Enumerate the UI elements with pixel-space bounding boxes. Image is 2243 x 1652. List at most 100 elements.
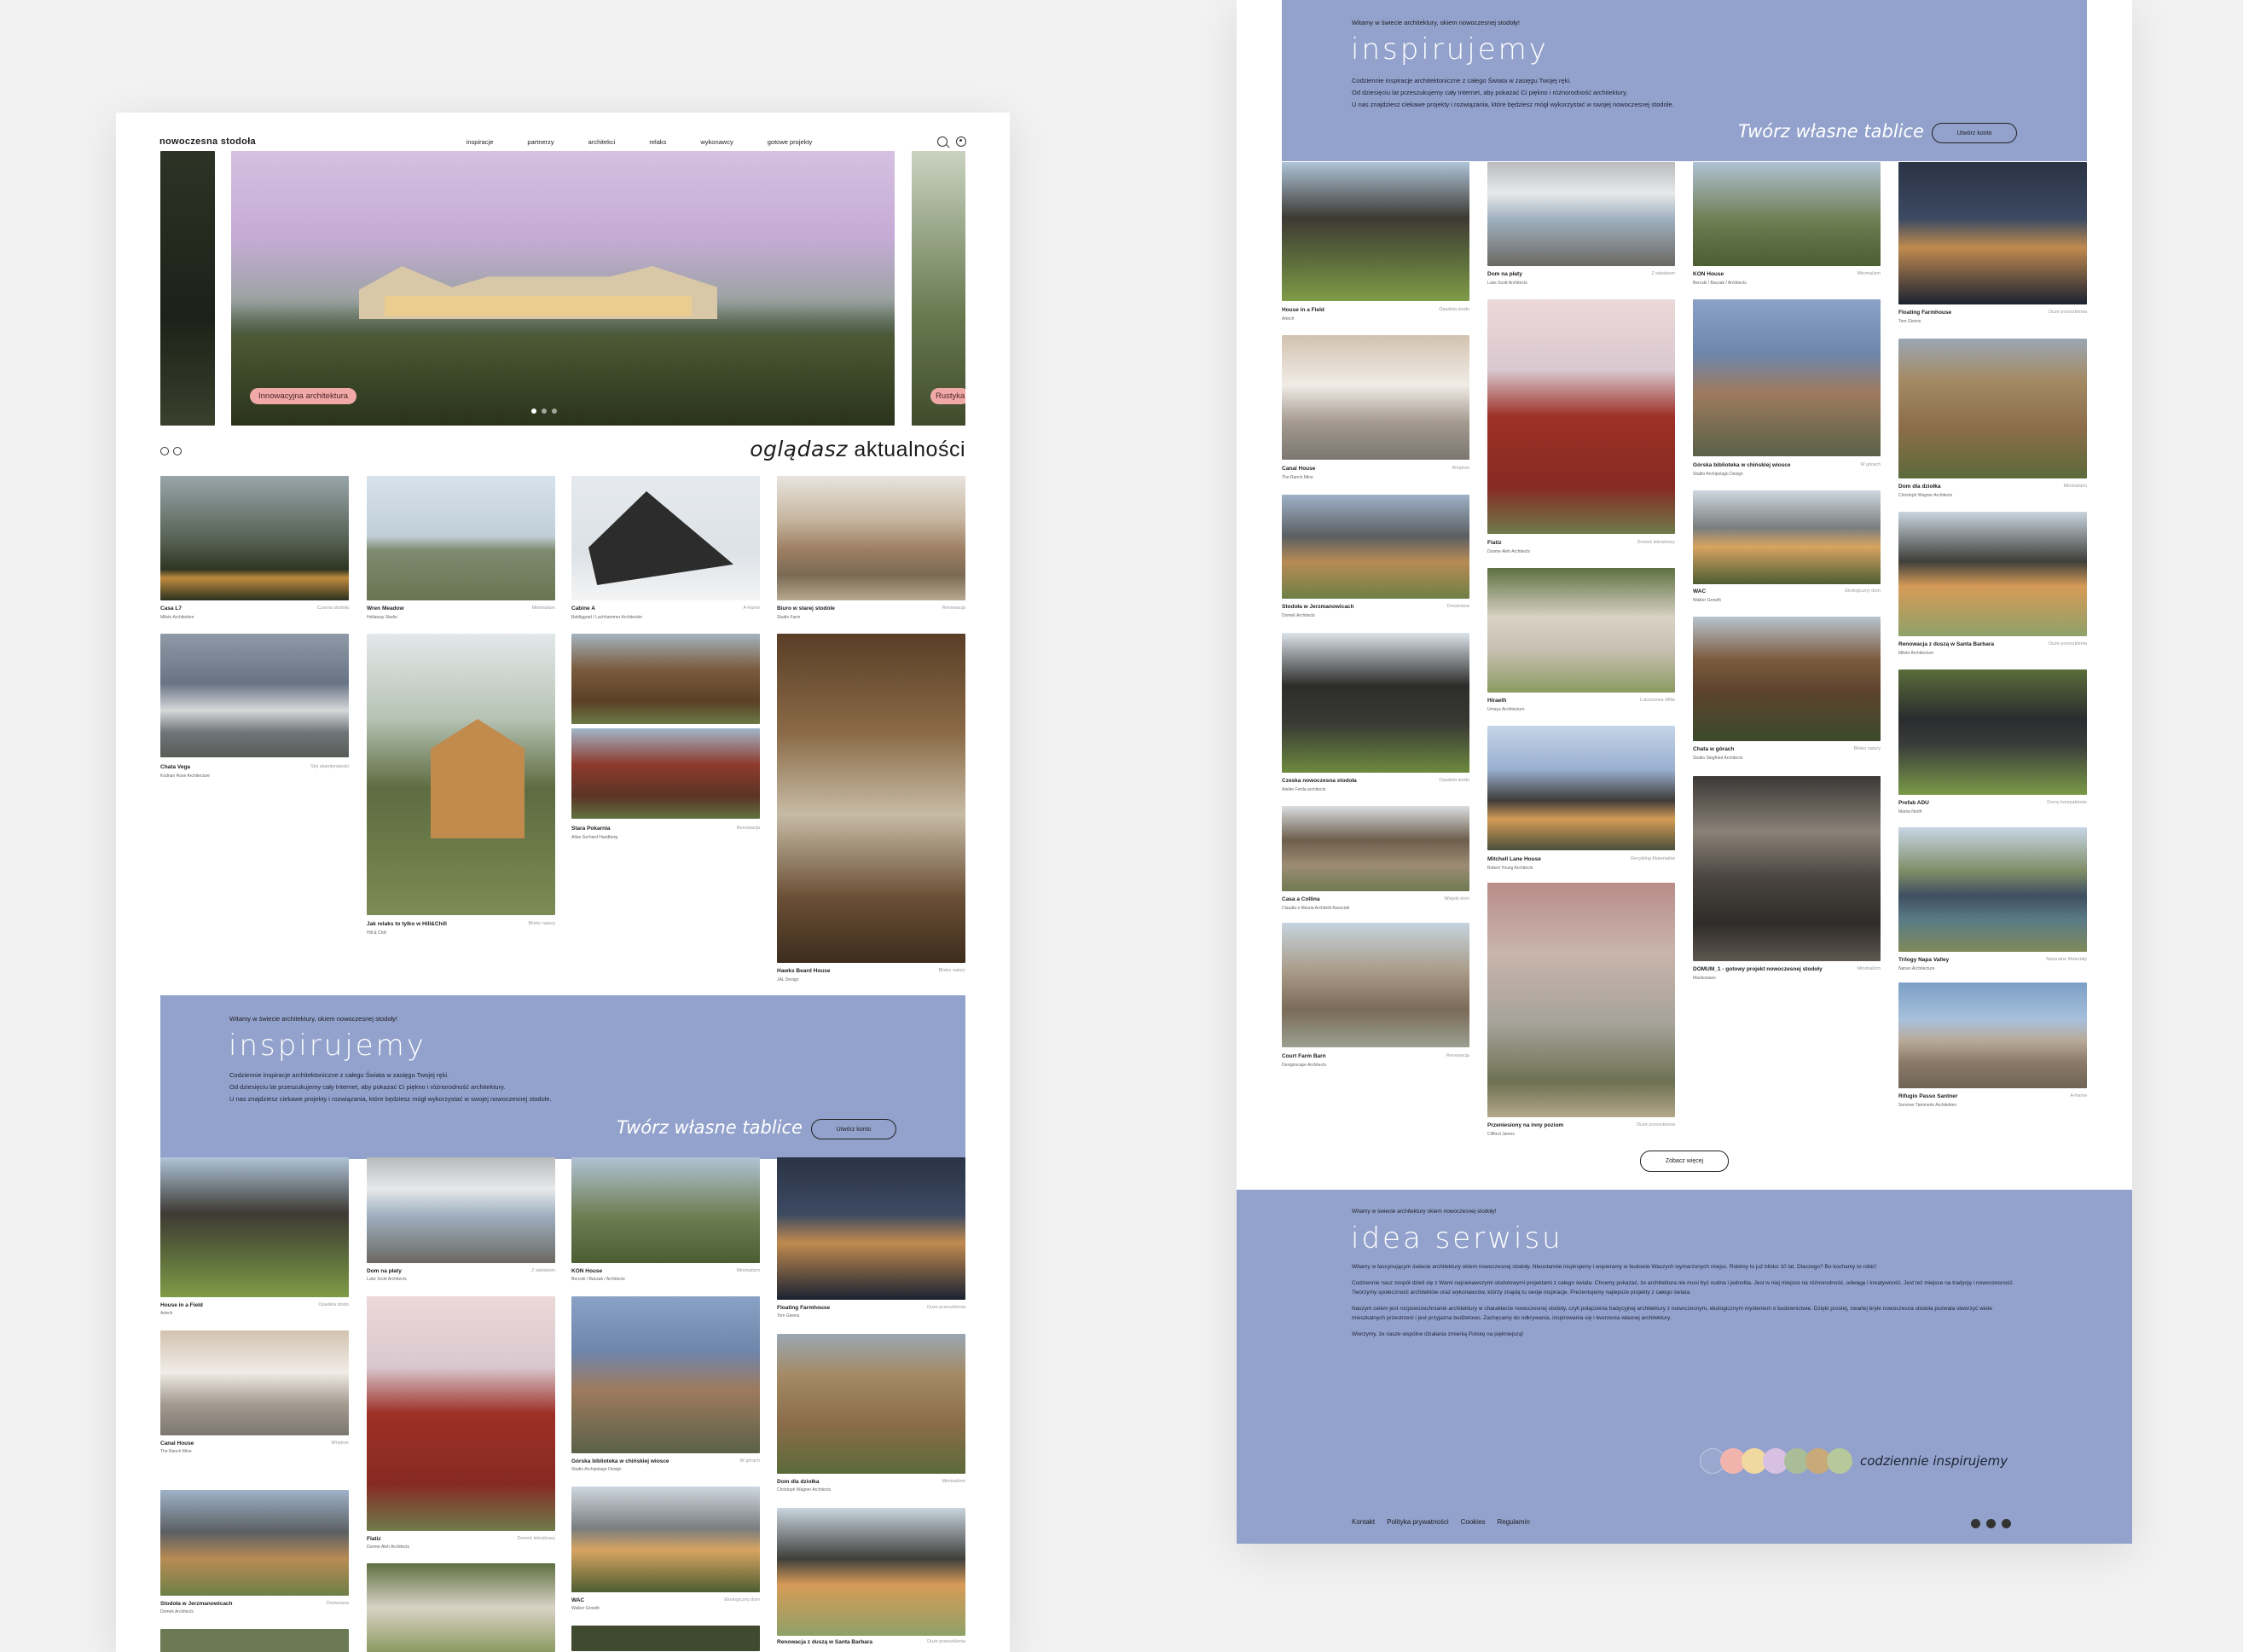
news-card-title[interactable]: Wren Meadow: [367, 606, 404, 612]
grid-card-title[interactable]: House in a Field: [1282, 307, 1324, 313]
grid-card-tag[interactable]: Drewniana: [1399, 604, 1469, 609]
grid-card-image[interactable]: [571, 1626, 760, 1651]
news-card-tag[interactable]: A-frame: [689, 606, 760, 611]
grid-card-image[interactable]: [1693, 162, 1881, 266]
grid-card-tag[interactable]: A-frame: [2016, 1093, 2087, 1098]
news-card-tag[interactable]: Renowacja: [689, 826, 760, 831]
grid-card-image[interactable]: [571, 1296, 760, 1453]
grid-card-tag[interactable]: Renowacja: [1399, 1053, 1469, 1058]
grid-card-title[interactable]: Dom na płaty: [367, 1268, 402, 1274]
grid-card-tag[interactable]: Recykling Materiałów: [1604, 856, 1675, 861]
grid-card-image[interactable]: [777, 1157, 965, 1300]
news-card-image[interactable]: [571, 728, 760, 819]
grid-card-title[interactable]: Renowacja z duszą w Santa Barbara: [777, 1639, 872, 1645]
grid-card-tag[interactable]: Minimalizm: [1810, 966, 1881, 971]
nav-gotowe-projekty[interactable]: gotowe projekty: [768, 138, 813, 146]
grid-card-title[interactable]: Court Farm Barn: [1282, 1053, 1326, 1059]
grid-card-image[interactable]: [571, 1487, 760, 1592]
grid-card-image[interactable]: [367, 1296, 555, 1531]
grid-card-image[interactable]: [1282, 335, 1469, 460]
grid-card-title[interactable]: Czeska nowoczesna stodoła: [1282, 778, 1357, 784]
grid-card-image[interactable]: [1282, 806, 1469, 891]
grid-card-image[interactable]: [1693, 617, 1881, 741]
news-card-tag[interactable]: Blisko natury: [484, 921, 556, 926]
grid-card-title[interactable]: Dom dla dziołka: [1898, 484, 1940, 490]
grid-card-title[interactable]: Rifugio Passo Santner: [1898, 1093, 1957, 1099]
grid-card-title[interactable]: Floating Farmhouse: [777, 1305, 830, 1311]
grid-card-image[interactable]: [571, 1157, 760, 1263]
news-card-tag[interactable]: Blisko natury: [895, 968, 966, 973]
grid-card-tag[interactable]: Domy kompaktowe: [2016, 800, 2087, 805]
grid-card-image[interactable]: [1693, 299, 1881, 456]
grid-card-image[interactable]: [1282, 495, 1469, 599]
news-card-title[interactable]: Casa L7: [160, 606, 182, 612]
grid-card-image[interactable]: [1898, 162, 2087, 304]
hero-dot-2[interactable]: [542, 409, 547, 414]
news-card-tag[interactable]: Czarna stodoła: [278, 606, 349, 611]
news-card-title[interactable]: Jak relaks to tylko w Hill&Chill: [367, 921, 447, 927]
news-card-image[interactable]: [571, 634, 760, 724]
news-card-title[interactable]: Cabine A: [571, 606, 595, 612]
grid-card-tag[interactable]: Wnętrze: [1399, 466, 1469, 471]
news-card-image[interactable]: [571, 476, 760, 600]
see-more-button[interactable]: Zobacz więcej: [1640, 1151, 1729, 1172]
nav-partnerzy[interactable]: partnerzy: [527, 138, 554, 146]
news-card-title[interactable]: Chata Vega: [160, 764, 190, 770]
settings-icon[interactable]: [173, 447, 182, 455]
grid-card-image[interactable]: [1487, 726, 1675, 850]
grid-card-title[interactable]: Dom na płaty: [1487, 271, 1522, 277]
brand-logo[interactable]: nowoczesna stodoła: [159, 136, 256, 147]
news-card-tag[interactable]: Renowacja: [895, 606, 965, 611]
hero-next-tag[interactable]: Rustyka: [930, 388, 965, 404]
grid-card-image[interactable]: [160, 1629, 349, 1652]
hero-slide-prev[interactable]: [160, 151, 215, 426]
pinterest-icon[interactable]: [2002, 1519, 2011, 1528]
grid-card-title[interactable]: Stodoła w Jerzmanowicach: [160, 1601, 233, 1607]
grid-card-title[interactable]: KON House: [1693, 271, 1724, 277]
news-card-image[interactable]: [160, 476, 349, 600]
grid-card-tag[interactable]: Minimalizm: [1810, 271, 1881, 276]
grid-card-title[interactable]: Floating Farmhouse: [1898, 310, 1951, 316]
hero-slide-next[interactable]: Rustyka: [912, 151, 965, 426]
grid-card-image[interactable]: [1487, 883, 1675, 1117]
grid-card-tag[interactable]: Wnętrze: [278, 1440, 349, 1446]
grid-card-title[interactable]: Prefab ADU: [1898, 800, 1929, 806]
news-card-image[interactable]: [777, 634, 965, 963]
grid-card-title[interactable]: Hiraeth: [1487, 698, 1506, 704]
footer-link-privacy[interactable]: Polityka prywatności: [1387, 1518, 1448, 1526]
grid-card-image[interactable]: [777, 1334, 965, 1474]
nav-architekci[interactable]: architekci: [588, 138, 616, 146]
grid-card-image[interactable]: [1898, 512, 2087, 636]
grid-card-tag[interactable]: Ekologiczny dom: [1810, 588, 1881, 594]
grid-card-title[interactable]: Renowacja z duszą w Santa Barbara: [1898, 641, 1994, 647]
grid-card-tag[interactable]: Minimalizm: [895, 1479, 966, 1484]
grid-card-image[interactable]: [1693, 490, 1881, 584]
news-card-image[interactable]: [367, 476, 555, 600]
grid-card-title[interactable]: Dom dla dziołka: [777, 1479, 819, 1485]
hero-tag[interactable]: Innowacyjna architektura: [250, 388, 357, 404]
grid-card-title[interactable]: Mitchell Lane House: [1487, 856, 1541, 862]
grid-card-tag[interactable]: Ekologiczny dom: [689, 1597, 760, 1603]
grid-card-tag[interactable]: Wiejski dom: [1399, 896, 1469, 901]
grid-card-tag[interactable]: Minimalizm: [689, 1268, 761, 1273]
news-card-title[interactable]: Stara Pokarnia: [571, 826, 611, 832]
facebook-icon[interactable]: [1971, 1519, 1980, 1528]
grid-card-image[interactable]: [1487, 299, 1675, 534]
grid-card-title[interactable]: Casa a Collina: [1282, 896, 1319, 902]
grid-card-tag[interactable]: W górach: [689, 1458, 760, 1464]
user-icon[interactable]: [956, 136, 966, 147]
grid-card-image[interactable]: [160, 1330, 349, 1435]
grid-card-tag[interactable]: Blisko natury: [1810, 746, 1881, 751]
grid-card-tag[interactable]: Opadela stodo: [278, 1302, 349, 1307]
grid-card-title[interactable]: Canal House: [160, 1440, 194, 1446]
nav-relaks[interactable]: relaks: [649, 138, 666, 146]
grid-card-image[interactable]: [777, 1508, 965, 1636]
create-account-button[interactable]: Utwórz konto: [811, 1119, 896, 1139]
news-card-title[interactable]: Biuro w starej stodole: [777, 606, 835, 612]
grid-card-tag[interactable]: Duże przeszklenia: [895, 1639, 965, 1644]
footer-link-kontakt[interactable]: Kontakt: [1352, 1518, 1375, 1526]
hero-slide[interactable]: Innowacyjna architektura: [231, 151, 895, 426]
grid-card-title[interactable]: House in a Field: [160, 1302, 203, 1308]
grid-card-title[interactable]: DOMUM_1 - gotowy projekt nowoczesnej sto…: [1693, 966, 1823, 972]
grid-card-image[interactable]: [1282, 633, 1469, 773]
